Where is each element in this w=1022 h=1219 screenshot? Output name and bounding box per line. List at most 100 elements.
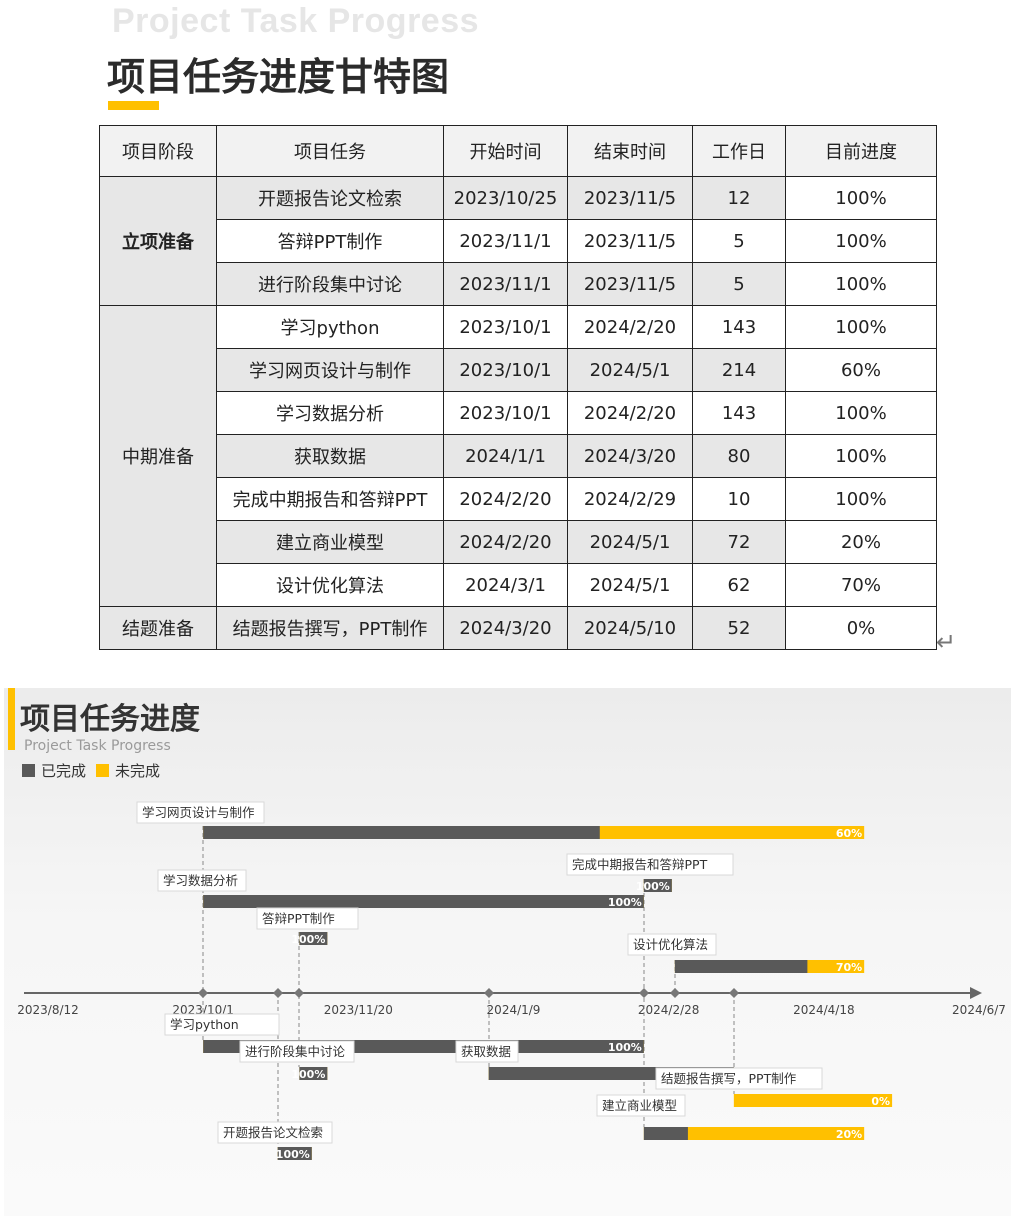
column-header: 目前进度 bbox=[785, 125, 937, 177]
header-subtitle: Project Task Progress bbox=[112, 2, 480, 40]
end-cell: 2024/2/20 bbox=[567, 305, 693, 349]
task-label: 开题报告论文检索 bbox=[223, 1125, 323, 1140]
task-cell: 完成中期报告和答辩PPT bbox=[216, 477, 444, 521]
table-row: 完成中期报告和答辩PPT 2024/2/20 2024/2/29 10 100% bbox=[100, 477, 937, 521]
bar-completed bbox=[674, 960, 808, 973]
column-header: 项目任务 bbox=[216, 125, 444, 177]
bar-progress-label: 70% bbox=[836, 961, 862, 974]
bar-progress-label: 0% bbox=[871, 1095, 890, 1108]
table-row: 获取数据 2024/1/1 2024/3/20 80 100% bbox=[100, 434, 937, 478]
start-cell: 2024/3/20 bbox=[443, 606, 568, 650]
bar-completed bbox=[203, 895, 644, 908]
task-cell: 获取数据 bbox=[216, 434, 444, 478]
task-cell: 答辩PPT制作 bbox=[216, 219, 444, 263]
paragraph-return-icon: ↵ bbox=[936, 628, 957, 656]
table-row: 答辩PPT制作 2023/11/1 2023/11/5 5 100% bbox=[100, 219, 937, 263]
task-cell: 学习python bbox=[216, 305, 444, 349]
task-label: 进行阶段集中讨论 bbox=[245, 1044, 346, 1059]
table-row: 中期准备 学习python 2023/10/1 2024/2/20 143 10… bbox=[99, 305, 937, 607]
page-title: 项目任务进度甘特图 bbox=[107, 55, 450, 99]
task-cell: 开题报告论文检索 bbox=[216, 176, 444, 220]
phase-cell: 中期准备 bbox=[99, 305, 217, 607]
table-row: 建立商业模型 2024/2/20 2024/5/1 72 20% bbox=[100, 520, 937, 564]
progress-cell: 100% bbox=[785, 434, 937, 478]
start-cell: 2023/10/1 bbox=[443, 391, 568, 435]
x-tick-label: 2024/2/28 bbox=[638, 1003, 700, 1017]
bar-remaining bbox=[733, 1094, 893, 1107]
progress-cell: 20% bbox=[785, 520, 937, 564]
bar-progress-label: 100% bbox=[608, 1041, 642, 1054]
task-cell: 进行阶段集中讨论 bbox=[216, 262, 444, 306]
task-label: 设计优化算法 bbox=[633, 937, 708, 952]
task-cell: 学习数据分析 bbox=[216, 391, 444, 435]
start-cell: 2024/2/20 bbox=[443, 477, 568, 521]
bar-progress-label: 20% bbox=[836, 1128, 862, 1141]
start-cell: 2023/10/1 bbox=[443, 305, 568, 349]
end-cell: 2023/11/5 bbox=[567, 176, 693, 220]
bar-progress-label: 100% bbox=[291, 1068, 325, 1081]
axis-marker bbox=[729, 988, 739, 998]
task-label: 答辩PPT制作 bbox=[262, 911, 335, 926]
axis-marker bbox=[670, 988, 680, 998]
progress-cell: 100% bbox=[785, 305, 937, 349]
task-label: 学习数据分析 bbox=[163, 873, 238, 888]
task-label: 学习python bbox=[170, 1017, 239, 1032]
progress-cell: 0% bbox=[785, 606, 937, 650]
days-cell: 143 bbox=[692, 391, 786, 435]
task-cell: 设计优化算法 bbox=[216, 563, 444, 607]
bar-completed bbox=[203, 826, 600, 839]
column-header: 工作日 bbox=[692, 125, 786, 177]
x-tick-label: 2024/4/18 bbox=[793, 1003, 855, 1017]
start-cell: 2024/2/20 bbox=[443, 520, 568, 564]
gantt-chart: 项目任务进度 Project Task Progress 已完成 未完成 202… bbox=[4, 688, 1011, 1216]
task-table: 项目阶段 项目任务 开始时间 结束时间 工作日 目前进度 立项准备 开题报告论文… bbox=[99, 125, 937, 650]
start-cell: 2023/10/25 bbox=[443, 176, 568, 220]
task-label: 学习网页设计与制作 bbox=[142, 805, 255, 820]
x-tick-label: 2024/1/9 bbox=[487, 1003, 541, 1017]
end-cell: 2024/5/1 bbox=[567, 563, 693, 607]
title-underline bbox=[108, 101, 159, 110]
table-row: 进行阶段集中讨论 2023/11/1 2023/11/5 5 100% bbox=[100, 262, 937, 306]
progress-cell: 100% bbox=[785, 477, 937, 521]
days-cell: 143 bbox=[692, 305, 786, 349]
column-header: 结束时间 bbox=[567, 125, 693, 177]
task-cell: 结题报告撰写，PPT制作 bbox=[216, 606, 444, 650]
task-label: 完成中期报告和答辩PPT bbox=[572, 857, 708, 872]
days-cell: 12 bbox=[692, 176, 786, 220]
end-cell: 2024/5/1 bbox=[567, 348, 693, 392]
table-header-row: 项目阶段 项目任务 开始时间 结束时间 工作日 目前进度 bbox=[99, 125, 937, 177]
end-cell: 2023/11/5 bbox=[567, 219, 693, 263]
bar-progress-label: 60% bbox=[836, 827, 862, 840]
days-cell: 5 bbox=[692, 262, 786, 306]
column-header: 开始时间 bbox=[443, 125, 568, 177]
progress-cell: 100% bbox=[785, 262, 937, 306]
bar-progress-label: 100% bbox=[276, 1148, 310, 1161]
end-cell: 2024/3/20 bbox=[567, 434, 693, 478]
phase-cell: 结题准备 bbox=[99, 606, 217, 650]
progress-cell: 60% bbox=[785, 348, 937, 392]
table-row: 设计优化算法 2024/3/1 2024/5/1 62 70% bbox=[100, 563, 937, 607]
progress-cell: 70% bbox=[785, 563, 937, 607]
end-cell: 2024/5/10 bbox=[567, 606, 693, 650]
days-cell: 10 bbox=[692, 477, 786, 521]
progress-cell: 100% bbox=[785, 391, 937, 435]
days-cell: 80 bbox=[692, 434, 786, 478]
gantt-plot: 2023/8/12 2023/10/1 2023/11/20 2024/1/9 2024… bbox=[17, 801, 1006, 1161]
days-cell: 62 bbox=[692, 563, 786, 607]
table-row: 学习数据分析 2023/10/1 2024/2/20 143 100% bbox=[100, 391, 937, 435]
end-cell: 2023/11/5 bbox=[567, 262, 693, 306]
table-row: 结题准备 结题报告撰写，PPT制作 2024/3/20 2024/5/10 52… bbox=[99, 606, 937, 650]
start-cell: 2023/10/1 bbox=[443, 348, 568, 392]
task-label: 建立商业模型 bbox=[602, 1098, 677, 1113]
x-tick-label: 2023/11/20 bbox=[324, 1003, 393, 1017]
axis-marker bbox=[484, 988, 494, 998]
table-row: 学习网页设计与制作 2023/10/1 2024/5/1 214 60% bbox=[100, 348, 937, 392]
task-label: 获取数据 bbox=[461, 1044, 511, 1059]
bar-progress-label: 100% bbox=[636, 880, 670, 893]
bar-progress-label: 100% bbox=[608, 896, 642, 909]
task-cell: 学习网页设计与制作 bbox=[216, 348, 444, 392]
bar-progress-label: 100% bbox=[291, 933, 325, 946]
end-cell: 2024/5/1 bbox=[567, 520, 693, 564]
days-cell: 72 bbox=[692, 520, 786, 564]
column-header: 项目阶段 bbox=[99, 125, 217, 177]
